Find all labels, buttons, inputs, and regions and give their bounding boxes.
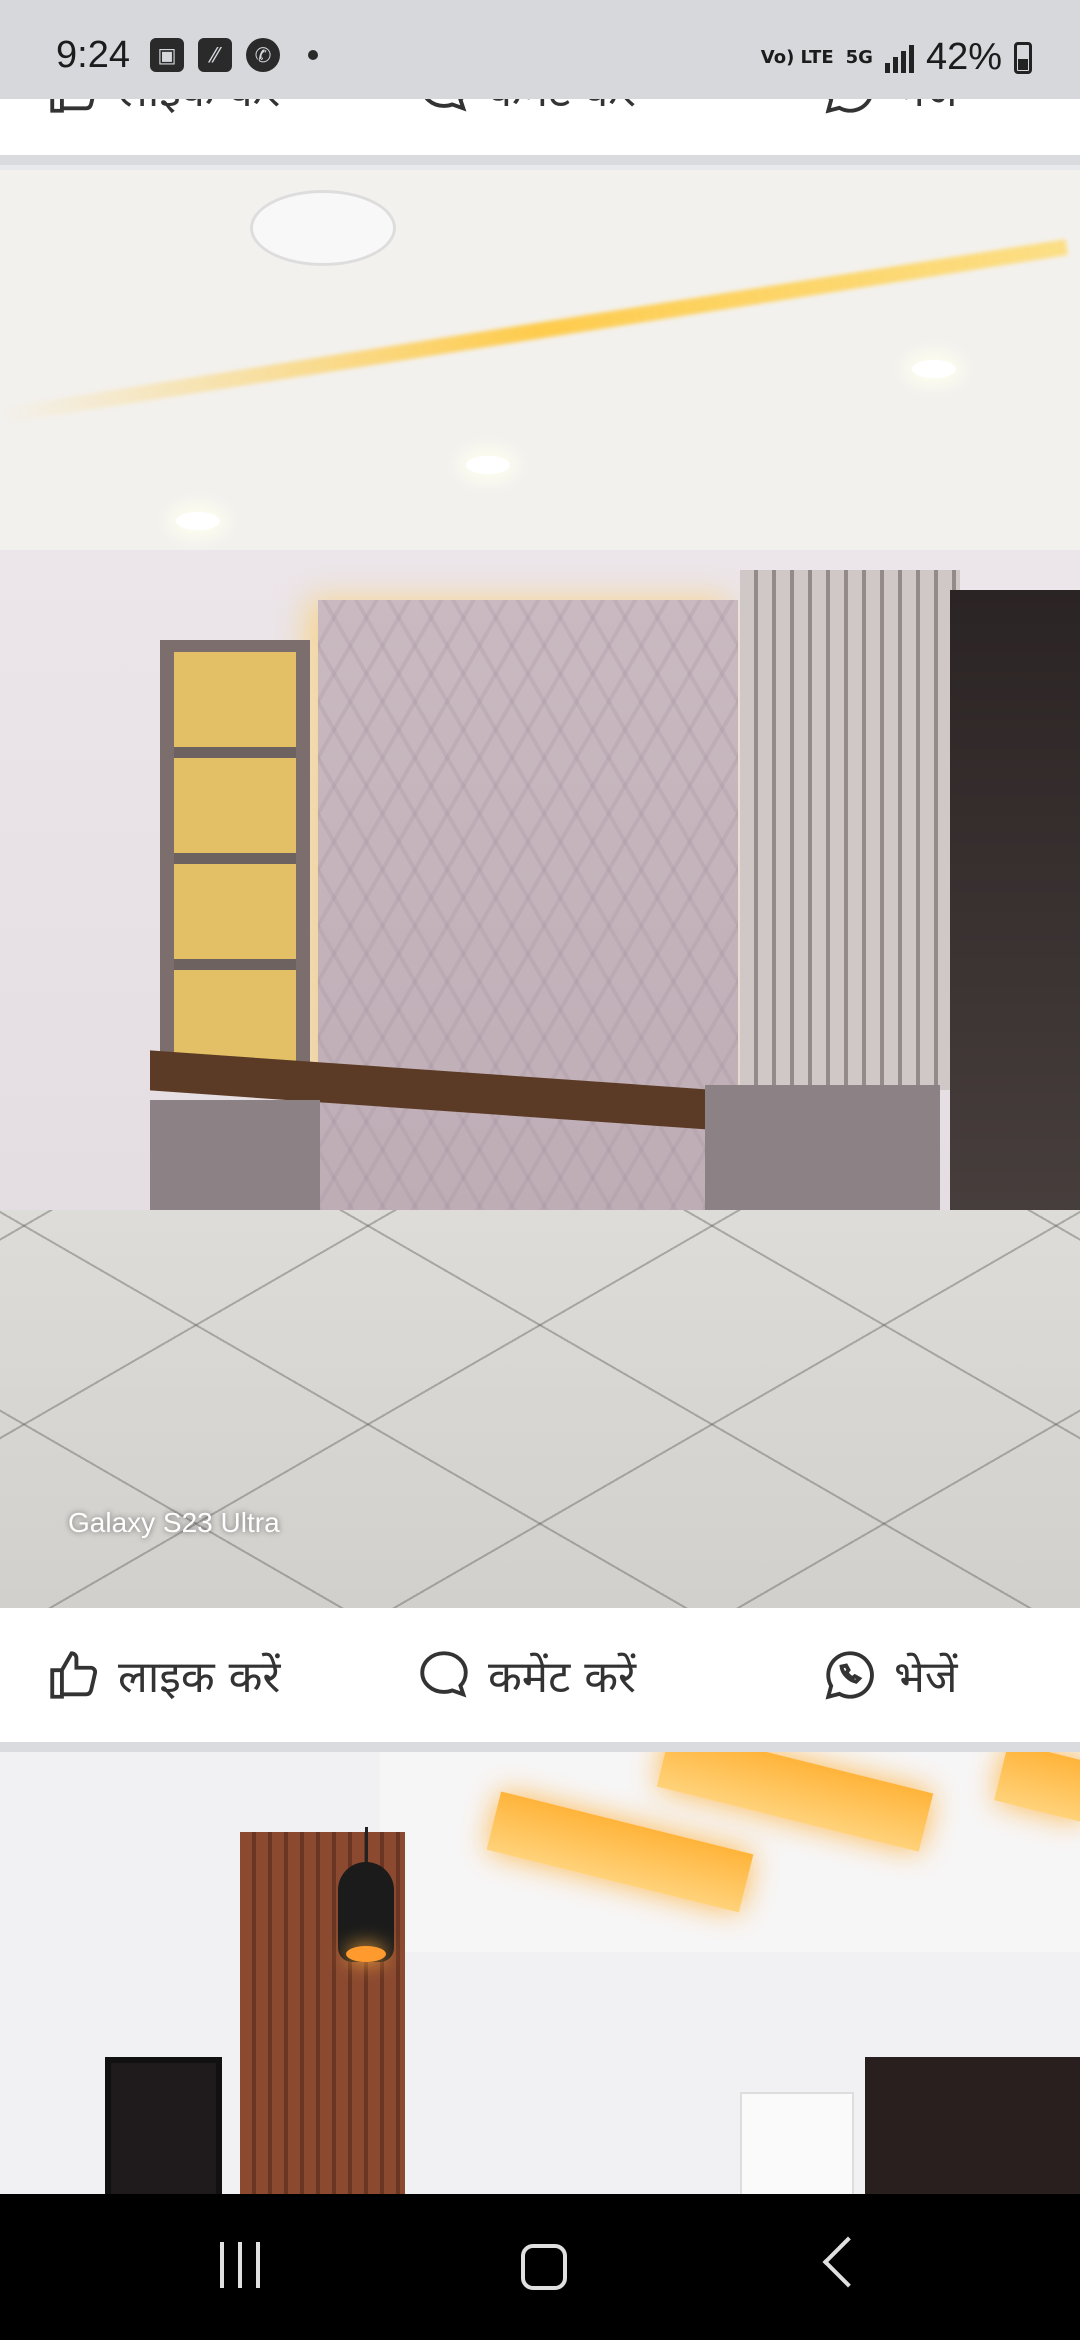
like-button[interactable]: लाइक करें	[44, 1645, 280, 1705]
network-type: 5G	[845, 46, 873, 68]
like-label: लाइक करें	[118, 1652, 281, 1703]
doorway	[105, 2057, 222, 2194]
messenger-icon: ✆	[246, 38, 280, 72]
like-label: लाइक करें	[118, 99, 280, 119]
downlight	[176, 512, 220, 530]
status-indicators: Vo) LTE 5G 42%	[761, 36, 1032, 79]
comment-button[interactable]: कमेंट करें	[414, 1645, 636, 1705]
thumbs-up-icon	[44, 99, 104, 119]
status-bar: 9:24 ▣ ⁄⁄ ✆ Vo) LTE 5G 42%	[0, 0, 1080, 99]
comment-button[interactable]: कमेंट करें	[414, 99, 636, 119]
notification-icons: ▣ ⁄⁄ ✆	[150, 38, 318, 72]
tiled-floor	[0, 1210, 1080, 1608]
back-button[interactable]	[822, 2236, 874, 2288]
status-time: 9:24	[56, 34, 130, 76]
camera-watermark: Galaxy S23 Ultra	[68, 1507, 280, 1538]
post-image[interactable]: Galaxy S23 Ultra	[0, 170, 1080, 1608]
comment-label: कमेंट करें	[488, 1652, 637, 1703]
thumbs-up-icon	[44, 1645, 104, 1705]
post-separator	[0, 1742, 1080, 1752]
display-shelf	[160, 640, 310, 1090]
recents-button[interactable]	[220, 2242, 260, 2288]
ceiling	[0, 170, 1080, 550]
app-notification-icon: ⁄⁄	[198, 38, 232, 72]
like-button[interactable]: लाइक करें	[44, 99, 280, 119]
post-image[interactable]	[0, 1752, 1080, 2194]
pendant-lamp	[338, 1862, 394, 1962]
comment-bubble-icon	[414, 1645, 474, 1705]
system-navigation-bar	[0, 2194, 1080, 2340]
downlight	[912, 360, 956, 378]
wall-panel	[740, 2092, 854, 2194]
signal-icon	[884, 43, 914, 73]
post-action-bar-previous: लाइक करें कमेंट करें भेजें	[0, 99, 1080, 155]
post-separator	[0, 155, 1080, 165]
ceiling-fan	[250, 190, 396, 266]
downlight	[466, 456, 510, 474]
doorway	[950, 590, 1080, 1310]
share-button[interactable]: भेजें	[820, 1645, 958, 1705]
battery-icon	[1014, 41, 1032, 74]
slatted-panel	[740, 570, 960, 1090]
share-button[interactable]: भेजें	[820, 99, 958, 119]
main-door	[865, 2057, 1080, 2194]
home-button[interactable]	[521, 2244, 567, 2290]
volte-indicator: Vo) LTE	[760, 46, 834, 68]
post-action-bar: लाइक करें कमेंट करें भेजें	[0, 1608, 1080, 1742]
whatsapp-icon	[820, 1645, 880, 1705]
comment-label: कमेंट करें	[488, 99, 636, 119]
whatsapp-icon	[820, 99, 880, 119]
share-label: भेजें	[894, 99, 958, 119]
battery-percent: 42%	[925, 36, 1002, 78]
pendant-cord	[365, 1827, 368, 1867]
more-notifications-dot-icon	[308, 50, 318, 60]
comment-bubble-icon	[414, 99, 474, 119]
share-label: भेजें	[894, 1652, 958, 1703]
gallery-icon: ▣	[150, 38, 184, 72]
